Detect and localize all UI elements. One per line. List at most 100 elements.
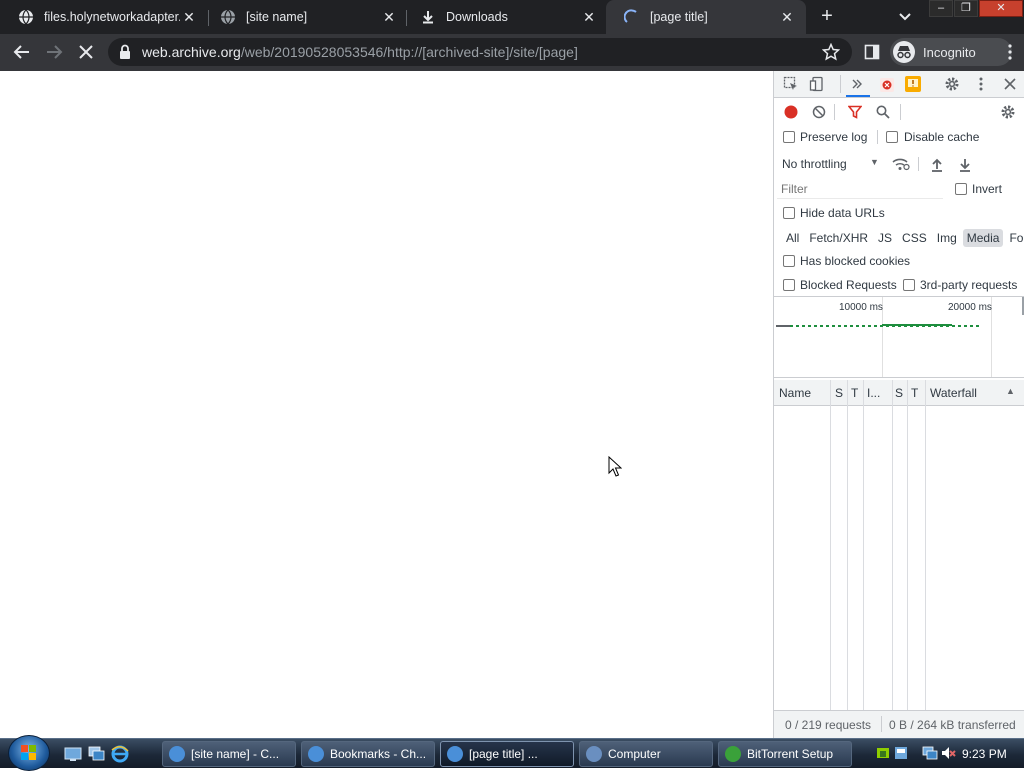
- type-filter-img[interactable]: Img: [933, 229, 961, 247]
- forward-button[interactable]: [44, 42, 64, 62]
- tab-site[interactable]: [site name] ✕: [202, 0, 408, 34]
- taskbar-window-button[interactable]: Bookmarks - Ch...: [301, 741, 435, 767]
- bookmark-star-icon[interactable]: [821, 42, 841, 64]
- blocked-requests-checkbox[interactable]: [783, 279, 795, 291]
- tab-close-icon[interactable]: ✕: [778, 9, 796, 26]
- tab-close-icon[interactable]: ✕: [380, 9, 398, 26]
- browser-menu-icon[interactable]: [1000, 42, 1020, 62]
- toolbar-divider: [900, 104, 901, 120]
- export-har-download-icon[interactable]: [956, 156, 974, 174]
- more-tabs-chevron-icon[interactable]: [848, 75, 866, 93]
- sort-ascending-icon[interactable]: ▲: [1006, 386, 1015, 396]
- globe-icon: [220, 9, 236, 25]
- preserve-log-label: Preserve log: [800, 130, 868, 144]
- stop-loading-button[interactable]: [76, 42, 96, 62]
- new-tab-button[interactable]: +: [817, 6, 837, 28]
- taskbar-app-icon: [586, 746, 602, 762]
- hide-data-urls-checkbox[interactable]: [783, 207, 795, 219]
- preserve-log-checkbox[interactable]: [783, 131, 795, 143]
- import-har-upload-icon[interactable]: [928, 156, 946, 174]
- column-header-waterfall-6[interactable]: Waterfall: [930, 386, 977, 400]
- warning-count-icon[interactable]: [904, 75, 922, 93]
- resource-type-filters: AllFetch/XHRJSCSSImgMediaFont: [782, 229, 1024, 247]
- side-panel-icon[interactable]: [862, 42, 882, 62]
- toolbar-divider: [877, 130, 878, 144]
- device-toolbar-icon[interactable]: [808, 75, 826, 93]
- inspect-element-icon[interactable]: [782, 75, 800, 93]
- tab-title: [site name]: [246, 10, 308, 24]
- devtools-settings-gear-icon[interactable]: [943, 75, 961, 93]
- volume-muted-icon[interactable]: [940, 745, 956, 761]
- start-button[interactable]: [8, 735, 50, 771]
- tray-app-icon[interactable]: [876, 745, 890, 761]
- column-header-s-1[interactable]: S: [835, 386, 843, 400]
- type-filter-css[interactable]: CSS: [898, 229, 931, 247]
- close-window-button[interactable]: ✕: [979, 0, 1023, 17]
- taskbar-window-button[interactable]: [site name] - C...: [162, 741, 296, 767]
- log-options-row: Preserve log Disable cache: [774, 127, 1024, 147]
- dropdown-arrow-icon[interactable]: ▼: [870, 157, 879, 167]
- toolbar-divider: [918, 157, 919, 171]
- clear-icon[interactable]: [810, 103, 828, 121]
- address-bar[interactable]: web.archive.org/web/20190528053546/http:…: [108, 38, 852, 66]
- column-header-i-3[interactable]: I...: [867, 386, 880, 400]
- incognito-profile-button[interactable]: Incognito: [890, 38, 1012, 66]
- column-header-t-5[interactable]: T: [911, 386, 918, 400]
- column-header-s-4[interactable]: S: [895, 386, 903, 400]
- column-header-t-2[interactable]: T: [851, 386, 858, 400]
- taskbar-window-label: BitTorrent Setup: [747, 747, 834, 761]
- disable-cache-checkbox[interactable]: [886, 131, 898, 143]
- network-settings-gear-icon[interactable]: [999, 103, 1017, 121]
- devtools-menu-icon[interactable]: [972, 75, 990, 93]
- search-icon[interactable]: [874, 103, 892, 121]
- tab-close-icon[interactable]: ✕: [580, 9, 598, 26]
- lock-icon[interactable]: [118, 44, 132, 63]
- throttling-select[interactable]: No throttling: [782, 157, 847, 171]
- browser-toolbar: web.archive.org/web/20190528053546/http:…: [0, 34, 1024, 71]
- tab-active-page[interactable]: [page title] ✕: [606, 0, 806, 34]
- tray-app-icon[interactable]: [894, 745, 908, 761]
- third-party-requests-checkbox[interactable]: [903, 279, 915, 291]
- network-overview-timeline[interactable]: 10000 ms 20000 ms: [774, 296, 1024, 378]
- switch-windows-icon[interactable]: [88, 745, 106, 763]
- type-filter-fetch-xhr[interactable]: Fetch/XHR: [805, 229, 872, 247]
- minimize-button[interactable]: –: [929, 0, 953, 17]
- active-tab-indicator: [846, 95, 870, 97]
- record-button-icon[interactable]: [782, 103, 800, 121]
- close-devtools-icon[interactable]: [1001, 75, 1019, 93]
- has-blocked-cookies-checkbox[interactable]: [783, 255, 795, 267]
- page-viewport[interactable]: [0, 71, 773, 738]
- url-host: web.archive.org: [142, 44, 241, 60]
- internet-explorer-icon[interactable]: [111, 745, 129, 763]
- type-filter-all[interactable]: All: [782, 229, 803, 247]
- filter-input[interactable]: [777, 179, 943, 199]
- taskbar-app-icon: [725, 746, 741, 762]
- type-filter-js[interactable]: JS: [874, 229, 896, 247]
- request-table-body[interactable]: [774, 407, 1024, 710]
- type-filter-media[interactable]: Media: [962, 229, 1004, 247]
- devtools-panel: Preserve log Disable cache No throttling…: [773, 71, 1024, 738]
- type-filter-font[interactable]: Font: [1005, 229, 1024, 247]
- tab-search-chevron-icon[interactable]: [897, 8, 913, 24]
- maximize-button[interactable]: ❐: [954, 0, 978, 17]
- window-controls: – ❐ ✕: [928, 0, 1023, 18]
- tab-files-holynetworkadapter[interactable]: files.holynetworkadapter. ✕: [0, 0, 208, 34]
- network-tray-icon[interactable]: [922, 745, 938, 761]
- taskbar-window-button[interactable]: [page title] ...: [440, 741, 574, 767]
- forward-arrow-icon: [47, 45, 63, 59]
- blocked-requests-label: Blocked Requests: [800, 278, 897, 292]
- status-divider: [881, 716, 882, 732]
- filter-funnel-icon[interactable]: [846, 103, 864, 121]
- tab-downloads[interactable]: Downloads ✕: [402, 0, 608, 34]
- url-text[interactable]: web.archive.org/web/20190528053546/http:…: [142, 44, 812, 60]
- system-clock[interactable]: 9:23 PM: [962, 747, 1007, 761]
- back-button[interactable]: [12, 42, 32, 62]
- invert-checkbox[interactable]: [955, 183, 967, 195]
- network-conditions-wifi-icon[interactable]: [892, 155, 910, 173]
- tab-close-icon[interactable]: ✕: [180, 9, 198, 26]
- taskbar-window-button[interactable]: Computer: [579, 741, 713, 767]
- show-desktop-icon[interactable]: [64, 745, 82, 763]
- taskbar-window-button[interactable]: BitTorrent Setup: [718, 741, 852, 767]
- column-header-name-0[interactable]: Name: [779, 386, 811, 400]
- error-count-icon[interactable]: [878, 76, 896, 94]
